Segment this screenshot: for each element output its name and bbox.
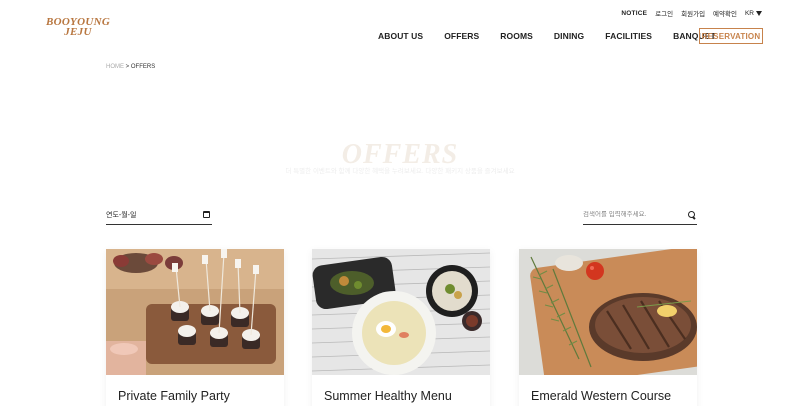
booking-check-link[interactable]: 예약확인 [713, 8, 737, 18]
breadcrumb: HOME > OFFERS [106, 64, 155, 70]
offer-card[interactable]: Private Family Party [106, 249, 284, 406]
offer-title[interactable]: Summer Healthy Menu [324, 389, 452, 403]
main-nav: ABOUT US OFFERS ROOMS DINING FACILITIES … [378, 31, 716, 41]
signup-link[interactable]: 회원가입 [681, 8, 705, 18]
logo[interactable]: BOOYOUNG JEJU [43, 17, 113, 38]
offer-card[interactable]: Emerald Western Course [519, 249, 697, 406]
date-value: 연도-월-일 [106, 211, 137, 219]
login-link[interactable]: 로그인 [655, 8, 673, 18]
nav-offers[interactable]: OFFERS [444, 31, 479, 41]
offer-card[interactable]: Summer Healthy Menu [312, 249, 490, 406]
logo-line-2: JEJU [64, 26, 92, 38]
triangle-down-icon [756, 10, 762, 16]
nav-about-us[interactable]: ABOUT US [378, 31, 423, 41]
nav-facilities[interactable]: FACILITIES [605, 31, 652, 41]
offer-title[interactable]: Emerald Western Course [531, 389, 671, 403]
offer-image-steak [519, 249, 697, 375]
date-field[interactable]: 연도-월-일 [106, 208, 212, 225]
offer-image-summer-menu [312, 249, 490, 375]
search-icon[interactable] [688, 210, 696, 219]
offer-image-party [106, 249, 284, 375]
search-input[interactable] [583, 211, 678, 218]
utility-menu: NOTICE 로그인 회원가입 예약확인 KR [621, 8, 762, 18]
calendar-icon[interactable] [203, 211, 210, 218]
nav-rooms[interactable]: ROOMS [500, 31, 533, 41]
search-field [583, 208, 697, 225]
language-label: KR [744, 9, 754, 17]
page-subtitle: 더 특별한 이벤트와 함께 다양한 혜택을 누려보세요. 다양한 패키지 상품을… [285, 168, 515, 175]
reservation-button[interactable]: RESERVATION [699, 28, 763, 44]
breadcrumb-separator: > [125, 64, 130, 70]
breadcrumb-home[interactable]: HOME [106, 64, 124, 70]
notice-link[interactable]: NOTICE [621, 10, 647, 17]
breadcrumb-current: OFFERS [130, 64, 156, 70]
offer-title[interactable]: Private Family Party [118, 389, 230, 403]
nav-dining[interactable]: DINING [554, 31, 584, 41]
language-selector[interactable]: KR [745, 10, 762, 17]
